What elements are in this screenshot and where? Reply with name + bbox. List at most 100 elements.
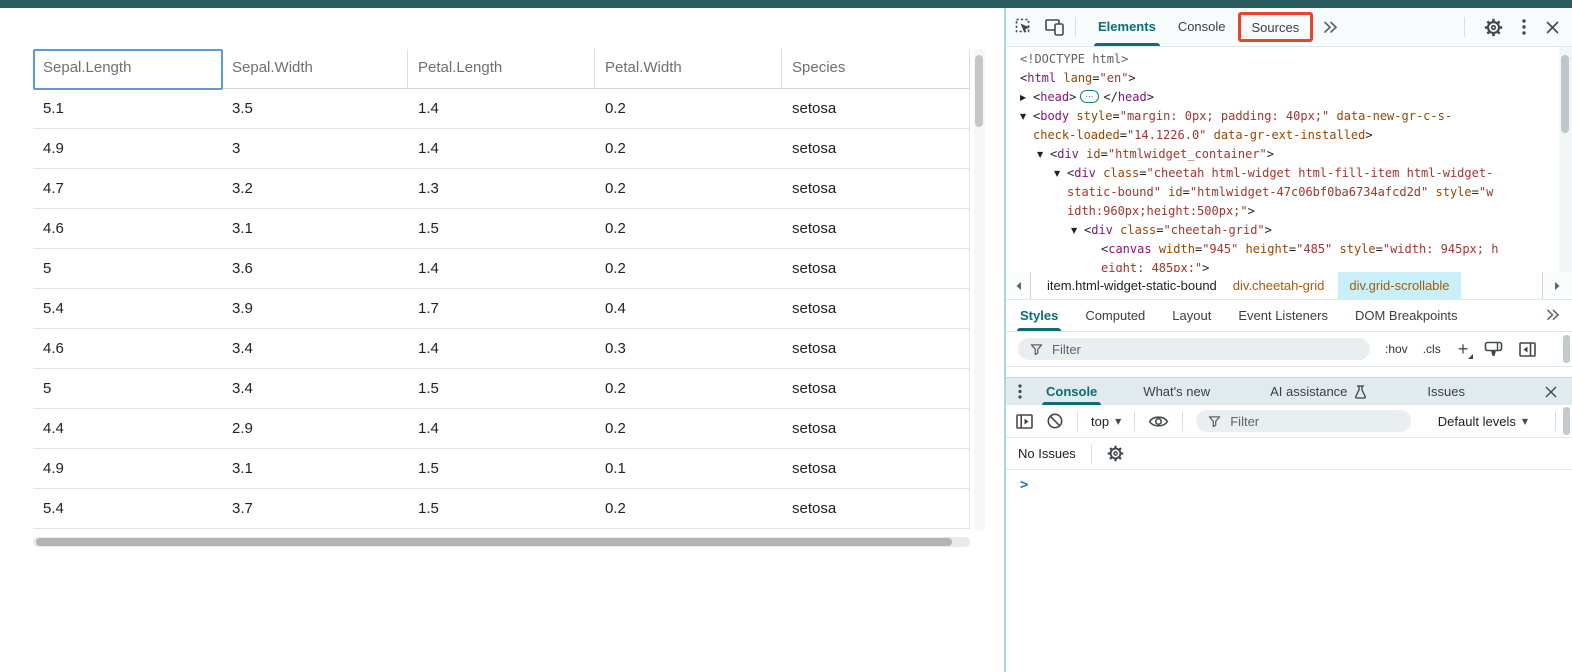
table-cell[interactable]: 2.9 <box>222 409 408 448</box>
tab-elements[interactable]: Elements <box>1098 8 1156 46</box>
dom-tree-line[interactable]: ▶<head>⋯</head> <box>1006 88 1572 107</box>
grid-horizontal-scrollbar-thumb[interactable] <box>36 538 952 546</box>
table-cell[interactable]: 0.4 <box>595 289 782 328</box>
table-row[interactable]: 4.73.21.30.2setosa <box>33 169 970 209</box>
breadcrumb-item-selected[interactable]: div.grid-scrollable <box>1338 272 1460 299</box>
dom-tree-line[interactable]: <!DOCTYPE html> <box>1006 50 1572 69</box>
drawer-tab-whats-new[interactable]: What's new <box>1143 378 1210 405</box>
dom-tree-line[interactable]: <html lang="en"> <box>1006 69 1572 88</box>
table-cell[interactable]: 3.2 <box>222 169 408 208</box>
table-cell[interactable]: setosa <box>782 209 970 248</box>
table-cell[interactable]: setosa <box>782 129 970 168</box>
tab-dom-breakpoints[interactable]: DOM Breakpoints <box>1355 300 1458 331</box>
log-levels-dropdown[interactable]: Default levels ▼ <box>1438 414 1528 429</box>
table-cell[interactable]: 4.7 <box>33 169 222 208</box>
table-cell[interactable]: 0.1 <box>595 449 782 488</box>
column-header[interactable]: Sepal.Width <box>222 49 408 88</box>
new-style-rule-button[interactable]: + <box>1458 341 1469 357</box>
table-row[interactable]: 4.931.40.2setosa <box>33 129 970 169</box>
table-cell[interactable]: setosa <box>782 489 970 528</box>
table-row[interactable]: 5.43.71.50.2setosa <box>33 489 970 529</box>
table-cell[interactable]: 1.4 <box>408 129 595 168</box>
table-cell[interactable]: 3.9 <box>222 289 408 328</box>
column-header[interactable]: Sepal.Length <box>33 49 222 88</box>
table-row[interactable]: 4.63.11.50.2setosa <box>33 209 970 249</box>
table-cell[interactable]: setosa <box>782 369 970 408</box>
table-cell[interactable]: 0.2 <box>595 369 782 408</box>
toggle-sidebar-icon[interactable] <box>1519 342 1536 357</box>
dom-tree-line[interactable]: ▼<body style="margin: 0px; padding: 40px… <box>1006 107 1572 126</box>
table-cell[interactable]: 4.9 <box>33 129 222 168</box>
dom-tree-line[interactable]: <canvas width="945" height="485" style="… <box>1006 240 1572 259</box>
console-prompt-icon[interactable]: > <box>1020 477 1028 493</box>
styles-scrollbar-thumb[interactable] <box>1563 335 1570 363</box>
table-cell[interactable]: 1.5 <box>408 369 595 408</box>
expand-down-icon[interactable]: ▼ <box>1071 221 1084 240</box>
table-cell[interactable]: 5 <box>33 369 222 408</box>
table-cell[interactable]: 0.2 <box>595 489 782 528</box>
more-adorner-icon[interactable]: ⋯ <box>1080 90 1099 103</box>
drawer-tab-ai-assistance[interactable]: AI assistance <box>1270 378 1367 405</box>
inspect-icon[interactable] <box>1014 17 1034 37</box>
table-cell[interactable]: setosa <box>782 449 970 488</box>
element-classes-button[interactable]: .cls <box>1423 342 1441 356</box>
table-cell[interactable]: 1.4 <box>408 249 595 288</box>
table-cell[interactable]: setosa <box>782 89 970 128</box>
table-cell[interactable]: 3.5 <box>222 89 408 128</box>
styles-filter-input[interactable]: Filter <box>1018 338 1370 360</box>
table-cell[interactable]: setosa <box>782 289 970 328</box>
tab-styles[interactable]: Styles <box>1020 300 1058 331</box>
elements-scrollbar-thumb[interactable] <box>1561 55 1569 133</box>
dom-tree-line[interactable]: idth:960px;height:500px;"> <box>1006 202 1572 221</box>
column-header[interactable]: Petal.Length <box>408 49 595 88</box>
column-header[interactable]: Species <box>782 49 970 88</box>
table-cell[interactable]: 1.5 <box>408 449 595 488</box>
table-cell[interactable]: 0.2 <box>595 249 782 288</box>
console-filter-input[interactable]: Filter <box>1196 410 1411 432</box>
grid-vertical-scrollbar[interactable] <box>974 49 985 531</box>
table-cell[interactable]: 1.4 <box>408 329 595 368</box>
table-cell[interactable]: 3.4 <box>222 369 408 408</box>
table-cell[interactable]: 3.1 <box>222 209 408 248</box>
table-row[interactable]: 5.13.51.40.2setosa <box>33 89 970 129</box>
grid-vertical-scrollbar-thumb[interactable] <box>975 55 983 127</box>
dom-tree-line[interactable]: ▼<div id="htmlwidget_container"> <box>1006 145 1572 164</box>
table-row[interactable]: 4.63.41.40.3setosa <box>33 329 970 369</box>
settings-gear-icon[interactable] <box>1107 445 1124 462</box>
expand-down-icon[interactable]: ▼ <box>1037 145 1050 164</box>
table-cell[interactable]: 0.2 <box>595 409 782 448</box>
table-cell[interactable]: 0.2 <box>595 169 782 208</box>
table-cell[interactable]: 1.5 <box>408 489 595 528</box>
breadcrumb-prev-icon[interactable] <box>1006 272 1031 299</box>
table-cell[interactable]: 0.2 <box>595 89 782 128</box>
tab-sources[interactable]: Sources <box>1252 20 1300 35</box>
table-cell[interactable]: 3.4 <box>222 329 408 368</box>
issues-status[interactable]: No Issues <box>1018 446 1076 461</box>
elements-scrollbar[interactable] <box>1559 47 1572 273</box>
menu-dots-icon[interactable] <box>1522 19 1526 35</box>
more-tabs-icon[interactable] <box>1546 309 1560 321</box>
table-cell[interactable]: 1.4 <box>408 89 595 128</box>
table-cell[interactable]: 4.6 <box>33 329 222 368</box>
table-cell[interactable]: 5 <box>33 249 222 288</box>
breadcrumb-item[interactable]: item.html-widget-static-bound <box>1047 278 1217 293</box>
table-cell[interactable]: 4.6 <box>33 209 222 248</box>
expand-down-icon[interactable]: ▼ <box>1020 107 1033 126</box>
grid-horizontal-scrollbar[interactable] <box>33 537 970 547</box>
table-cell[interactable]: setosa <box>782 409 970 448</box>
dom-tree-line[interactable]: ▼<div class="cheetah html-widget html-fi… <box>1006 164 1572 183</box>
close-icon[interactable] <box>1545 20 1560 35</box>
table-row[interactable]: 4.93.11.50.1setosa <box>33 449 970 489</box>
table-cell[interactable]: 0.2 <box>595 209 782 248</box>
eye-icon[interactable] <box>1148 414 1169 429</box>
table-cell[interactable]: 3 <box>222 129 408 168</box>
table-cell[interactable]: 4.4 <box>33 409 222 448</box>
console-sidebar-icon[interactable] <box>1016 414 1033 429</box>
dom-tree-line[interactable]: static-bound" id="htmlwidget-47c06bf0ba6… <box>1006 183 1572 202</box>
console-scrollbar-thumb[interactable] <box>1563 407 1570 435</box>
table-cell[interactable]: 5.1 <box>33 89 222 128</box>
table-cell[interactable]: 3.1 <box>222 449 408 488</box>
table-cell[interactable]: 1.3 <box>408 169 595 208</box>
expand-down-icon[interactable]: ▼ <box>1054 164 1067 183</box>
table-cell[interactable]: 5.4 <box>33 289 222 328</box>
